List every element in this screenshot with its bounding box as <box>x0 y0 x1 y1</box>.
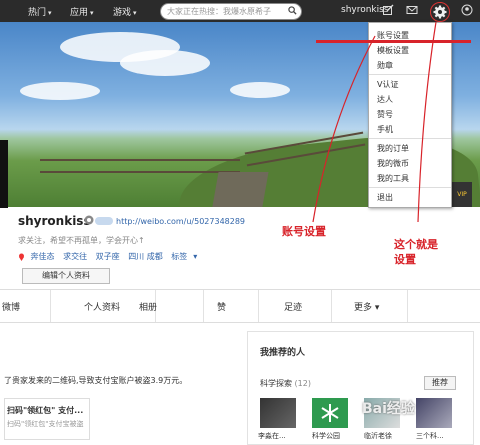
annotation-account-settings: 账号设置 <box>282 225 326 238</box>
annotation-arrows <box>312 21 437 223</box>
annotation-this-is: 这个就是 <box>394 238 438 251</box>
annotation-settings: 设置 <box>394 253 416 266</box>
